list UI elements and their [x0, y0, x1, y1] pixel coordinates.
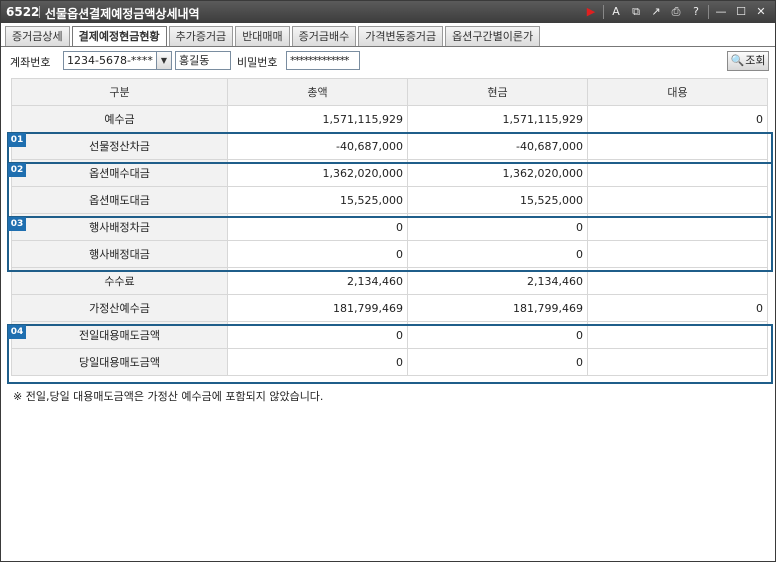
- row-label: 수수료: [11, 267, 228, 295]
- tab-2[interactable]: 추가증거금: [168, 26, 234, 46]
- substitute-cell: 0: [587, 105, 768, 133]
- substitute-cell: [587, 321, 768, 349]
- row-label: 행사배정대금: [11, 240, 228, 268]
- row-label: 당일대용매도금액: [11, 348, 228, 376]
- cash-cell: 15,525,000: [407, 186, 588, 214]
- password-label: 비밀번호: [237, 56, 278, 69]
- table-header-row: 구분 총액 현금 대용: [11, 78, 768, 106]
- play-icon[interactable]: ▶: [583, 4, 599, 20]
- row-label: 전일대용매도금액: [11, 321, 228, 349]
- cash-cell: 1,571,115,929: [407, 105, 588, 133]
- total-cell: 0: [227, 240, 408, 268]
- row-label: 가정산예수금: [11, 294, 228, 322]
- search-button-label: 조회: [745, 54, 766, 67]
- window-title: 선물옵션결제예정금액상세내역: [45, 7, 200, 21]
- cash-cell: 181,799,469: [407, 294, 588, 322]
- cash-cell: 1,362,020,000: [407, 159, 588, 187]
- tab-5[interactable]: 가격변동증거금: [358, 26, 444, 46]
- table-row: 선물정산차금 -40,687,000 -40,687,000: [11, 132, 768, 160]
- badge-01: 01: [8, 133, 26, 147]
- chevron-down-icon: ▼: [160, 56, 168, 65]
- table-row: 전일대용매도금액 0 0: [11, 321, 768, 349]
- table-row: 행사배정차금 0 0: [11, 213, 768, 241]
- row-label: 옵션매도대금: [11, 186, 228, 214]
- tab-0[interactable]: 증거금상세: [5, 26, 70, 46]
- account-dropdown-button[interactable]: ▼: [156, 51, 172, 70]
- search-button[interactable]: 🔍조회: [727, 51, 769, 71]
- column-header-substitute: 대용: [587, 78, 768, 106]
- table-row: 예수금 1,571,115,929 1,571,115,929 0: [11, 105, 768, 133]
- total-cell: -40,687,000: [227, 132, 408, 160]
- row-label: 예수금: [11, 105, 228, 133]
- table-row: 수수료 2,134,460 2,134,460: [11, 267, 768, 295]
- title-separator: [39, 6, 40, 18]
- total-cell: 0: [227, 348, 408, 376]
- screen-code: 6522: [6, 5, 40, 19]
- cash-cell: 0: [407, 348, 588, 376]
- help-icon[interactable]: ?: [688, 4, 704, 20]
- query-bar: 계좌번호 1234-5678-**** ▼ 홍길동 비밀번호 *********…: [1, 47, 775, 74]
- account-label: 계좌번호: [10, 56, 51, 69]
- password-field[interactable]: *************: [286, 51, 360, 70]
- toolbar-divider: [603, 5, 604, 19]
- table-row: 가정산예수금 181,799,469 181,799,469 0: [11, 294, 768, 322]
- cash-cell: 2,134,460: [407, 267, 588, 295]
- cash-cell: 0: [407, 240, 588, 268]
- substitute-cell: [587, 348, 768, 376]
- title-bar: 6522 선물옵션결제예정금액상세내역 ▶ A ⧉ ↗ ⎙? — ☐ ✕: [1, 1, 775, 23]
- expand-icon[interactable]: ↗: [648, 4, 664, 20]
- table-row: 옵션매도대금 15,525,000 15,525,000: [11, 186, 768, 214]
- total-cell: 0: [227, 213, 408, 241]
- table-row: 당일대용매도금액 0 0: [11, 348, 768, 376]
- badge-03: 03: [8, 217, 26, 231]
- substitute-cell: 0: [587, 294, 768, 322]
- cash-cell: -40,687,000: [407, 132, 588, 160]
- substitute-cell: [587, 240, 768, 268]
- cash-cell: 0: [407, 321, 588, 349]
- window-controls: ▶ A ⧉ ↗ ⎙? — ☐ ✕: [583, 4, 769, 20]
- maximize-icon[interactable]: ☐: [733, 4, 749, 20]
- column-header-total: 총액: [227, 78, 408, 106]
- badge-02: 02: [8, 163, 26, 177]
- print-icon[interactable]: ⎙: [668, 4, 684, 20]
- minimize-icon[interactable]: —: [713, 4, 729, 20]
- total-cell: 181,799,469: [227, 294, 408, 322]
- link-icon[interactable]: ⧉: [628, 4, 644, 20]
- table-row: 행사배정대금 0 0: [11, 240, 768, 268]
- row-label: 옵션매수대금: [11, 159, 228, 187]
- substitute-cell: [587, 186, 768, 214]
- total-cell: 1,571,115,929: [227, 105, 408, 133]
- total-cell: 2,134,460: [227, 267, 408, 295]
- tab-4[interactable]: 증거금배수: [291, 26, 357, 46]
- tab-6[interactable]: 옵션구간별이론가: [445, 26, 541, 46]
- account-holder-name: 홍길동: [175, 51, 231, 70]
- substitute-cell: [587, 159, 768, 187]
- column-header-category: 구분: [11, 78, 228, 106]
- toolbar-divider: [708, 5, 709, 19]
- total-cell: 1,362,020,000: [227, 159, 408, 187]
- column-header-cash: 현금: [407, 78, 588, 106]
- total-cell: 15,525,000: [227, 186, 408, 214]
- substitute-cell: [587, 132, 768, 160]
- row-label: 행사배정차금: [11, 213, 228, 241]
- tab-bar: 증거금상세 결제예정현금현황 추가증거금 반대매매 증거금배수 가격변동증거금 옵션구간별이…: [5, 26, 542, 47]
- main-window: 6522 선물옵션결제예정금액상세내역 ▶ A ⧉ ↗ ⎙? — ☐ ✕ 증거금상세 결제예정현…: [0, 0, 776, 562]
- magnifier-icon: 🔍: [730, 54, 745, 67]
- footnote: ※ 전일,당일 대용매도금액은 가정산 예수금에 포함되지 않았습니다.: [13, 390, 324, 403]
- cash-cell: 0: [407, 213, 588, 241]
- close-icon[interactable]: ✕: [753, 4, 769, 20]
- total-cell: 0: [227, 321, 408, 349]
- font-icon[interactable]: A: [608, 4, 624, 20]
- tab-3[interactable]: 반대매매: [235, 26, 290, 46]
- substitute-cell: [587, 213, 768, 241]
- row-label: 선물정산차금: [11, 132, 228, 160]
- badge-04: 04: [8, 325, 26, 339]
- account-number-field[interactable]: 1234-5678-****: [63, 51, 157, 70]
- tab-1[interactable]: 결제예정현금현황: [71, 26, 167, 47]
- table-row: 옵션매수대금 1,362,020,000 1,362,020,000: [11, 159, 768, 187]
- substitute-cell: [587, 267, 768, 295]
- settlement-grid: 구분 총액 현금 대용 예수금 1,571,115,929 1,571,115,92…: [11, 78, 768, 376]
